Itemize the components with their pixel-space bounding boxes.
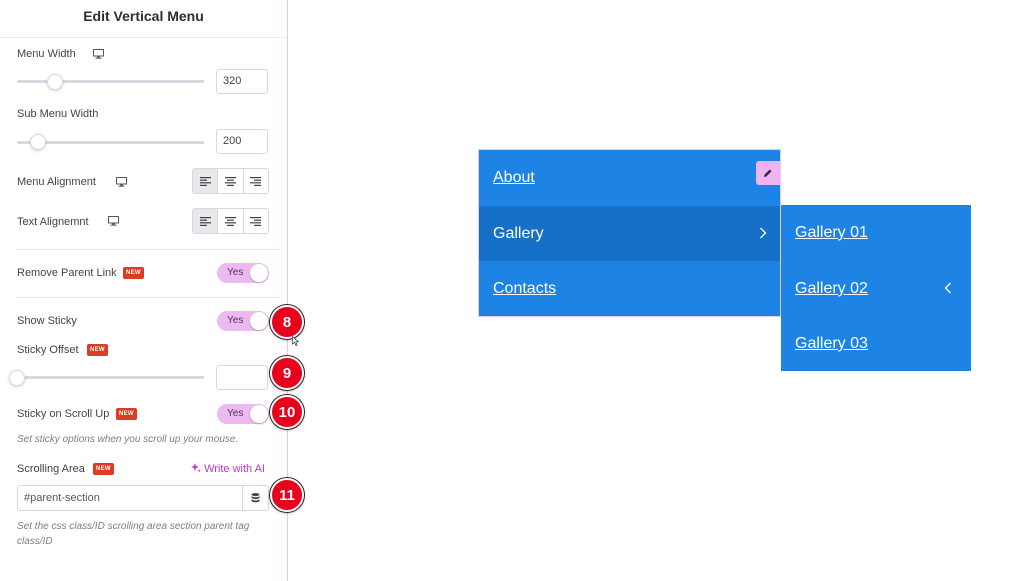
menu-width-label: Menu Width xyxy=(17,48,76,60)
menu-width-slider-track[interactable] xyxy=(17,80,204,83)
callout-marker: 8 xyxy=(270,305,304,339)
sticky-scroll-up-hint: Set sticky options when you scroll up yo… xyxy=(17,434,239,445)
submenu-item-label[interactable]: Gallery 01 xyxy=(795,224,868,242)
submenu-item-label[interactable]: Gallery 03 xyxy=(795,335,868,353)
align-right-icon xyxy=(250,176,262,186)
menu-item-label[interactable]: About xyxy=(493,169,535,187)
callout-marker: 9 xyxy=(270,356,304,390)
sticky-scroll-up-label: Sticky on Scroll Up xyxy=(17,408,110,420)
menu-item-label: Gallery xyxy=(493,225,544,242)
database-icon xyxy=(251,493,260,503)
show-sticky-toggle[interactable]: Yes xyxy=(217,311,269,331)
chevron-left-icon xyxy=(944,282,951,294)
menu-item-contacts[interactable]: Contacts xyxy=(479,261,780,316)
toggle-knob xyxy=(250,405,268,423)
align-center-icon xyxy=(224,176,236,186)
mouse-cursor-icon xyxy=(292,336,300,346)
scrolling-area-label: Scrolling Area xyxy=(17,463,85,475)
new-badge: NEW xyxy=(87,344,108,356)
menu-item-label[interactable]: Contacts xyxy=(493,280,556,298)
panel-header: Edit Vertical Menu xyxy=(0,0,287,38)
menu-item-about[interactable]: About xyxy=(479,150,780,205)
text-align-right-button[interactable] xyxy=(244,209,268,233)
remove-parent-link-toggle[interactable]: Yes xyxy=(217,263,269,283)
sticky-offset-slider-track[interactable] xyxy=(17,376,204,379)
callout-marker: 11 xyxy=(270,478,304,512)
new-badge: NEW xyxy=(123,267,144,279)
remove-parent-link-label: Remove Parent Link xyxy=(17,267,117,279)
align-center-icon xyxy=(224,216,236,226)
desktop-icon[interactable] xyxy=(108,216,119,226)
submenu-item-gallery-02[interactable]: Gallery 02 xyxy=(781,261,971,316)
align-right-icon xyxy=(250,216,262,226)
toggle-knob xyxy=(250,312,268,330)
scrolling-area-hint: Set the css class/ID scrolling area sect… xyxy=(17,521,250,547)
scrolling-area-value: #parent-section xyxy=(24,492,100,504)
sparkle-icon xyxy=(191,463,201,473)
callout-marker: 10 xyxy=(270,395,304,429)
text-alignment-group xyxy=(192,208,269,234)
new-badge: NEW xyxy=(93,463,114,475)
sub-menu-width-slider-thumb[interactable] xyxy=(30,134,46,150)
scrolling-area-input[interactable]: #parent-section xyxy=(17,485,269,511)
panel-title: Edit Vertical Menu xyxy=(83,8,204,24)
section-divider xyxy=(16,249,280,250)
align-left-icon xyxy=(199,176,211,186)
align-right-button[interactable] xyxy=(244,169,268,193)
editor-panel: Edit Vertical Menu Menu Width 320 Sub Me… xyxy=(0,0,288,581)
chevron-right-icon xyxy=(760,227,767,239)
vertical-menu: About Gallery Contacts xyxy=(478,149,781,317)
show-sticky-label: Show Sticky xyxy=(17,315,77,327)
write-with-ai-link[interactable]: Write with AI xyxy=(191,463,265,475)
pencil-icon xyxy=(764,169,772,177)
menu-alignment-group xyxy=(192,168,269,194)
menu-alignment-label: Menu Alignment xyxy=(17,176,96,188)
sub-menu-width-input[interactable]: 200 xyxy=(216,129,268,154)
desktop-icon[interactable] xyxy=(93,49,104,59)
sticky-offset-slider-thumb[interactable] xyxy=(9,370,25,386)
menu-width-slider-thumb[interactable] xyxy=(47,74,63,90)
edit-widget-button[interactable] xyxy=(756,161,780,185)
align-center-button[interactable] xyxy=(218,169,244,193)
text-align-center-button[interactable] xyxy=(218,209,244,233)
sticky-offset-input[interactable] xyxy=(216,365,268,390)
align-left-button[interactable] xyxy=(193,169,219,193)
desktop-icon[interactable] xyxy=(116,177,127,187)
sub-menu-width-label: Sub Menu Width xyxy=(17,108,99,120)
toggle-knob xyxy=(250,264,268,282)
submenu-item-gallery-03[interactable]: Gallery 03 xyxy=(781,316,971,371)
align-left-icon xyxy=(199,216,211,226)
text-alignment-label: Text Alignemnt xyxy=(17,216,89,228)
new-badge: NEW xyxy=(116,408,137,420)
toggle-label: Yes xyxy=(227,267,244,278)
sticky-offset-label: Sticky Offset xyxy=(17,344,79,356)
toggle-label: Yes xyxy=(227,315,244,326)
dynamic-tags-button[interactable] xyxy=(242,486,268,510)
toggle-label: Yes xyxy=(227,408,244,419)
section-divider xyxy=(16,297,280,298)
submenu-item-gallery-01[interactable]: Gallery 01 xyxy=(781,205,971,260)
menu-item-gallery[interactable]: Gallery xyxy=(479,206,780,261)
sticky-scroll-up-toggle[interactable]: Yes xyxy=(217,404,269,424)
write-with-ai-label: Write with AI xyxy=(204,463,265,475)
text-align-left-button[interactable] xyxy=(193,209,219,233)
menu-width-input[interactable]: 320 xyxy=(216,69,268,94)
gallery-submenu: Gallery 01 Gallery 02 Gallery 03 xyxy=(781,205,971,371)
submenu-item-label[interactable]: Gallery 02 xyxy=(795,280,868,298)
